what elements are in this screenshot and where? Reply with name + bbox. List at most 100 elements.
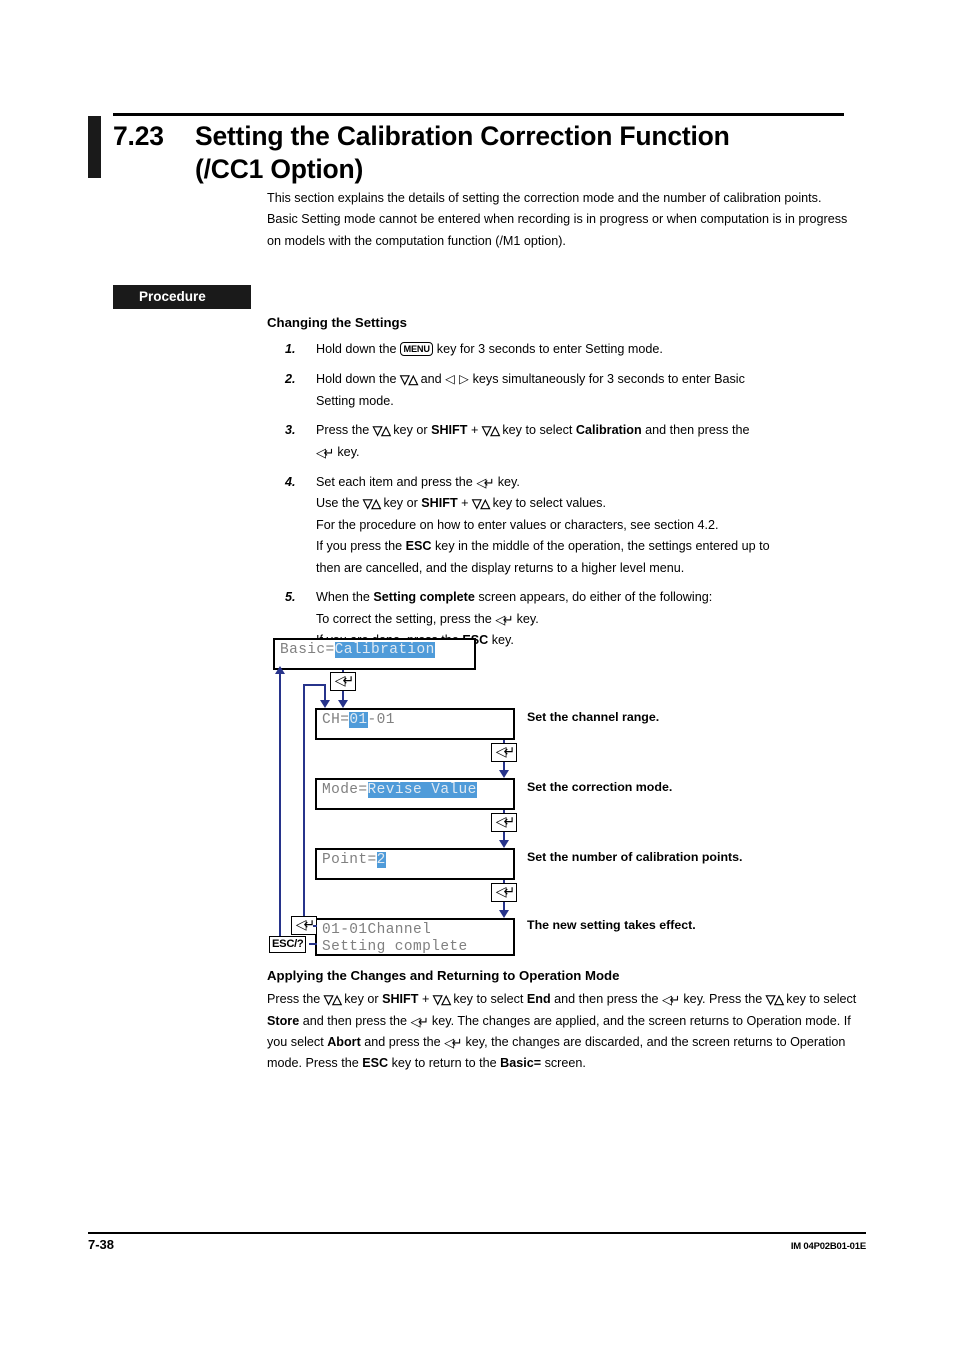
connector-return-inner-horizontal <box>303 684 325 686</box>
esc-key-button: ESC/? <box>269 936 307 953</box>
lcd-prefix: Point= <box>322 852 377 868</box>
step-text-e: + <box>457 496 473 511</box>
step-text-a: Press the <box>316 423 373 438</box>
procedure-steps: 1. Hold down the MENU key for 3 seconds … <box>267 339 857 660</box>
basic-label: Basic= <box>500 1056 542 1071</box>
note-new-setting: The new setting takes effect. <box>527 918 696 932</box>
step-text: Hold down the MENU key for 3 seconds to … <box>316 339 857 360</box>
left-right-key-icon: ◁ ▷ <box>445 371 470 386</box>
lcd-screen-mode: Mode=Revise Value <box>315 778 515 810</box>
connector-return-inner-vertical <box>303 684 305 916</box>
closing-text-m: screen. <box>541 1056 586 1071</box>
step-3: 3. Press the ▽△ key or SHIFT + ▽△ key to… <box>267 420 857 463</box>
step-text-line5: then are cancelled, and the display retu… <box>316 560 685 575</box>
step-text-d: key or <box>379 496 422 511</box>
closing-text-l: key to return to the <box>388 1056 501 1071</box>
settings-flow-diagram: Basic=Calibration ◁↵ CH=01-01 Set the ch… <box>265 630 855 956</box>
up-down-key-icon: ▽△ <box>362 496 381 511</box>
enter-key-icon-3: ◁↵ <box>491 813 517 832</box>
section-number: 7.23 <box>113 121 164 151</box>
step-1: 1. Hold down the MENU key for 3 seconds … <box>267 339 857 360</box>
lcd-highlight-value: 2 <box>376 852 386 868</box>
step-text-b: key or <box>389 423 432 438</box>
step-2: 2. Hold down the ▽△ and ◁ ▷ keys simulta… <box>267 369 857 412</box>
lcd-screen-setting-complete: 01-01Channel Setting complete <box>315 918 515 956</box>
section-title-line1: Setting the Calibration Correction Funct… <box>195 121 730 151</box>
step-text-a: Set each item and press the <box>316 474 477 489</box>
step-number: 4. <box>285 474 296 489</box>
enter-key-icon: ◁↵ <box>444 1035 462 1051</box>
page-title: 7.23 Setting the Calibration Correction F… <box>113 120 853 186</box>
step-text-d: key to select <box>498 423 576 438</box>
abort-label: Abort <box>327 1035 361 1050</box>
closing-text-f: key. Press the <box>679 992 766 1006</box>
store-label: Store <box>267 1013 300 1028</box>
setting-complete-label: Setting complete <box>373 590 475 605</box>
lcd-screen-channel: CH=01-01 <box>315 708 515 740</box>
end-label: End <box>526 992 551 1006</box>
step-text-line2: To correct the setting, press the ◁↵ key… <box>316 609 857 630</box>
intro-text: This section explains the details of set… <box>267 188 857 252</box>
step-text: Hold down the ▽△ and ◁ ▷ keys simultaneo… <box>316 369 857 391</box>
enter-key-icon: ◁↵ <box>316 445 334 461</box>
up-down-key-icon: ▽△ <box>323 992 342 1007</box>
lcd-highlight-value: Revise Value <box>367 782 477 798</box>
step-text-c: To correct the setting, press the <box>316 611 496 626</box>
up-down-key-icon: ▽△ <box>481 423 500 438</box>
step-text-h: key in the middle of the operation, the … <box>431 539 770 554</box>
step-text-a: Hold down the <box>316 371 401 386</box>
enter-key-icon: ◁↵ <box>662 992 680 1007</box>
step-text-line4: If you press the ESC key in the middle o… <box>316 536 857 557</box>
arrow-up-to-basic <box>275 666 285 674</box>
step-text-g: If you press the <box>316 539 406 554</box>
lcd-line-2: Setting complete <box>322 939 468 955</box>
closing-text-a: Press the <box>267 992 324 1006</box>
lcd-screen-basic: Basic=Calibration <box>273 638 476 670</box>
subhead-changing-settings: Changing the Settings <box>267 315 407 330</box>
step-text-a: When the <box>316 590 374 605</box>
lcd-prefix: CH= <box>322 712 350 728</box>
closing-text-j: and press the <box>360 1035 445 1050</box>
enter-key-icon-2: ◁↵ <box>491 743 517 762</box>
calibration-label: Calibration <box>575 423 642 438</box>
step-text-b: key for 3 seconds to enter Setting mode. <box>433 342 663 356</box>
esc-key-label: ESC <box>405 539 432 554</box>
procedure-tag: Procedure <box>113 285 251 309</box>
footer-document-id: IM 04P02B01-01E <box>790 1241 866 1252</box>
lcd-prefix: Mode= <box>322 782 368 798</box>
step-text-b: and <box>417 371 446 386</box>
step-text: When the Setting complete screen appears… <box>316 587 857 608</box>
connector-enterkey-to-complete-box <box>313 925 317 927</box>
arrow-down-to-point <box>499 840 509 848</box>
up-down-key-icon: ▽△ <box>372 423 391 438</box>
step-text-f: key. <box>333 445 360 460</box>
shift-key-label: SHIFT <box>431 423 468 438</box>
closing-text: Press the ▽△ key or SHIFT + ▽△ key to se… <box>267 989 857 1075</box>
step-text-b: screen appears, do either of the followi… <box>474 590 713 605</box>
up-down-key-icon: ▽△ <box>472 496 490 511</box>
menu-key-icon: MENU <box>400 342 434 356</box>
step-text-c: Use the <box>316 496 363 511</box>
lcd-screen-point: Point=2 <box>315 848 515 880</box>
step-number: 3. <box>285 423 296 438</box>
step-text-a: Hold down the <box>316 342 401 356</box>
step-text-c: + <box>467 423 482 438</box>
arrow-down-to-mode <box>499 770 509 778</box>
intro-paragraph-1: This section explains the details of set… <box>267 191 822 205</box>
step-text: Press the ▽△ key or SHIFT + ▽△ key to se… <box>316 420 857 442</box>
step-text-c: keys simultaneously for 3 seconds to ent… <box>469 371 745 386</box>
title-top-rule <box>113 113 844 116</box>
lcd-highlight-value: Calibration <box>334 642 435 658</box>
note-correction-mode: Set the correction mode. <box>527 780 673 794</box>
step-text: Set each item and press the ◁↵ key. <box>316 472 857 493</box>
enter-key-icon: ◁↵ <box>410 1013 429 1029</box>
step-text-line2: Use the ▽△ key or SHIFT + ▽△ key to sele… <box>316 493 857 515</box>
arrow-down-to-ch-right <box>338 700 348 708</box>
connector-esc-to-complete-box <box>309 943 317 945</box>
note-channel-range: Set the channel range. <box>527 710 660 724</box>
step-text-b: key. <box>494 474 520 489</box>
up-down-key-icon: ▽△ <box>400 372 418 387</box>
title-accent-bar <box>88 116 101 178</box>
closing-text-e: and then press the <box>550 992 662 1006</box>
footer-rule <box>88 1232 866 1234</box>
